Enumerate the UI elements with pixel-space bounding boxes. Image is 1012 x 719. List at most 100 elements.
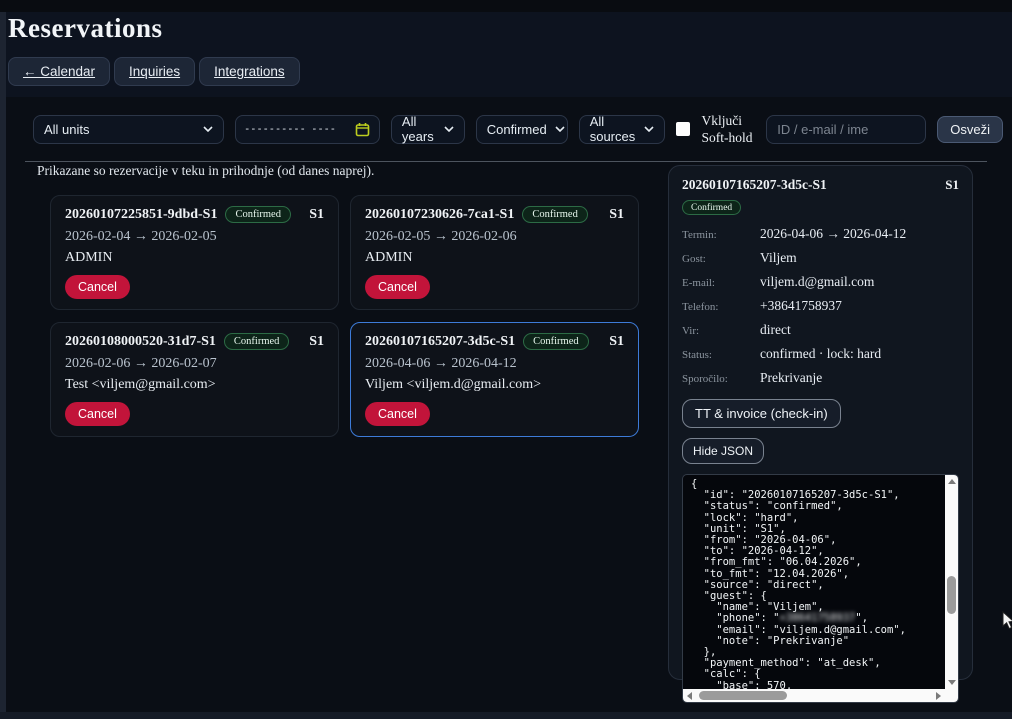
status-badge: Confirmed [522, 206, 588, 223]
nav-tab-label: Inquiries [129, 64, 180, 79]
scrollbar-corner [945, 689, 958, 702]
reservation-card[interactable]: 20260107230626-7ca1-S1 Confirmed S1 2026… [350, 195, 639, 310]
window-left-edge [0, 12, 6, 713]
status-badge: Confirmed [225, 206, 291, 223]
detail-row-value: viljem.d@gmail.com [760, 274, 874, 290]
horizontal-scroll-thumb[interactable] [699, 691, 787, 700]
detail-row-value: Prekrivanje [760, 370, 822, 386]
reservation-card-list: 20260107225851-9dbd-S1 Confirmed S1 2026… [50, 195, 639, 437]
reservations-page: Reservations ← Calendar Inquiries Integr… [0, 0, 1012, 719]
date-input[interactable]: ---------- ---- [235, 115, 380, 144]
card-header: 20260108000520-31d7-S1 Confirmed S1 [65, 333, 324, 350]
detail-row-label: Sporočilo: [682, 373, 760, 385]
years-select-value: All years [402, 114, 436, 144]
chevron-down-icon [444, 126, 454, 132]
search-input[interactable] [766, 115, 926, 144]
hide-json-button[interactable]: Hide JSON [682, 438, 764, 464]
detail-row: Telefon: +38641758937 [682, 298, 959, 314]
reservation-card[interactable]: 20260107225851-9dbd-S1 Confirmed S1 2026… [50, 195, 339, 310]
card-header: 20260107230626-7ca1-S1 Confirmed S1 [365, 206, 624, 223]
detail-row-value: 2026-04-06 → 2026-04-12 [760, 226, 906, 242]
detail-row-value: confirmed · lock: hard [760, 346, 881, 362]
reservation-dates: 2026-02-06 → 2026-02-07 [65, 356, 324, 372]
detail-row: Status: confirmed · lock: hard [682, 346, 959, 362]
chevron-down-icon [644, 126, 654, 132]
guest-name: ADMIN [65, 250, 324, 266]
scroll-down-arrow-icon[interactable] [948, 680, 956, 685]
detail-status-badge: Confirmed [682, 200, 741, 215]
detail-row-value: +38641758937 [760, 298, 842, 314]
section-divider [25, 161, 987, 162]
reservation-dates: 2026-04-06 → 2026-04-12 [365, 356, 624, 372]
status-select[interactable]: Confirmed [476, 115, 568, 144]
cancel-button[interactable]: Cancel [65, 402, 130, 426]
json-content: { "id": "20260107165207-3d5c-S1", "statu… [683, 475, 945, 689]
guest-name: ADMIN [365, 250, 624, 266]
detail-row-label: Gost: [682, 253, 760, 265]
softhold-label: Vključi Soft-hold [701, 112, 755, 146]
filter-bar: All units ---------- ---- All years Conf… [33, 105, 1003, 153]
reservation-id: 20260107165207-3d5c-S1 [365, 334, 515, 350]
unit-label: S1 [309, 334, 324, 350]
invoice-button[interactable]: TT & invoice (check-in) [682, 399, 841, 428]
reservation-id: 20260107225851-9dbd-S1 [65, 207, 217, 223]
detail-row-label: Termin: [682, 229, 760, 241]
status-badge: Confirmed [224, 333, 290, 350]
reservation-id: 20260108000520-31d7-S1 [65, 334, 216, 350]
detail-row-label: Telefon: [682, 301, 760, 313]
detail-rows: Termin: 2026-04-06 → 2026-04-12 Gost: Vi… [682, 226, 959, 386]
calendar-icon[interactable] [355, 122, 370, 137]
years-select[interactable]: All years [391, 115, 465, 144]
detail-unit-label: S1 [945, 177, 959, 193]
sources-select[interactable]: All sources [579, 115, 666, 144]
cancel-button[interactable]: Cancel [65, 275, 130, 299]
card-header: 20260107225851-9dbd-S1 Confirmed S1 [65, 206, 324, 223]
reservation-card[interactable]: 20260108000520-31d7-S1 Confirmed S1 2026… [50, 322, 339, 437]
detail-row: Sporočilo: Prekrivanje [682, 370, 959, 386]
window-top-edge [0, 0, 1012, 12]
info-text: Prikazane so rezervacije v teku in priho… [37, 163, 374, 179]
unit-label: S1 [609, 207, 624, 223]
nav-tab[interactable]: ← Calendar [8, 57, 110, 86]
reservation-dates: 2026-02-05 → 2026-02-06 [365, 229, 624, 245]
status-select-value: Confirmed [487, 122, 547, 137]
sources-select-value: All sources [590, 114, 637, 144]
detail-row-label: E-mail: [682, 277, 760, 289]
unit-label: S1 [309, 207, 324, 223]
units-select-value: All units [44, 122, 90, 137]
nav-tab[interactable]: Integrations [199, 57, 300, 86]
nav-tabs: ← Calendar Inquiries Integrations [8, 57, 300, 86]
vertical-scroll-thumb[interactable] [947, 576, 956, 615]
softhold-checkbox[interactable] [676, 122, 690, 136]
chevron-down-icon [203, 126, 213, 132]
cancel-button[interactable]: Cancel [365, 402, 430, 426]
detail-row-value: direct [760, 322, 791, 338]
mouse-cursor [1002, 611, 1012, 631]
json-vertical-scrollbar[interactable] [945, 475, 958, 689]
detail-row-label: Vir: [682, 325, 760, 337]
units-select[interactable]: All units [33, 115, 224, 144]
refresh-button[interactable]: Osveži [937, 116, 1003, 143]
scroll-up-arrow-icon[interactable] [948, 479, 956, 484]
reservation-card[interactable]: 20260107165207-3d5c-S1 Confirmed S1 2026… [350, 322, 639, 437]
nav-tab[interactable]: Inquiries [114, 57, 195, 86]
detail-row: E-mail: viljem.d@gmail.com [682, 274, 959, 290]
scroll-left-arrow-icon[interactable] [687, 692, 692, 700]
date-placeholder: ---------- ---- [245, 123, 337, 135]
detail-row-label: Status: [682, 349, 760, 361]
json-viewer[interactable]: { "id": "20260107165207-3d5c-S1", "statu… [682, 474, 959, 703]
detail-row: Gost: Viljem [682, 250, 959, 266]
nav-tab-label: ← Calendar [23, 64, 95, 79]
guest-name: Viljem <viljem.d@gmail.com> [365, 377, 624, 393]
window-bottom-edge [0, 712, 1012, 719]
detail-reservation-id: 20260107165207-3d5c-S1 [682, 177, 827, 193]
card-header: 20260107165207-3d5c-S1 Confirmed S1 [365, 333, 624, 350]
unit-label: S1 [609, 334, 624, 350]
nav-tab-label: Integrations [214, 64, 285, 79]
json-horizontal-scrollbar[interactable] [683, 689, 945, 702]
cancel-button[interactable]: Cancel [365, 275, 430, 299]
scroll-right-arrow-icon[interactable] [936, 692, 941, 700]
reservation-detail-panel: 20260107165207-3d5c-S1 S1 Confirmed Term… [668, 165, 973, 680]
detail-row: Vir: direct [682, 322, 959, 338]
refresh-button-label: Osveži [950, 122, 990, 137]
